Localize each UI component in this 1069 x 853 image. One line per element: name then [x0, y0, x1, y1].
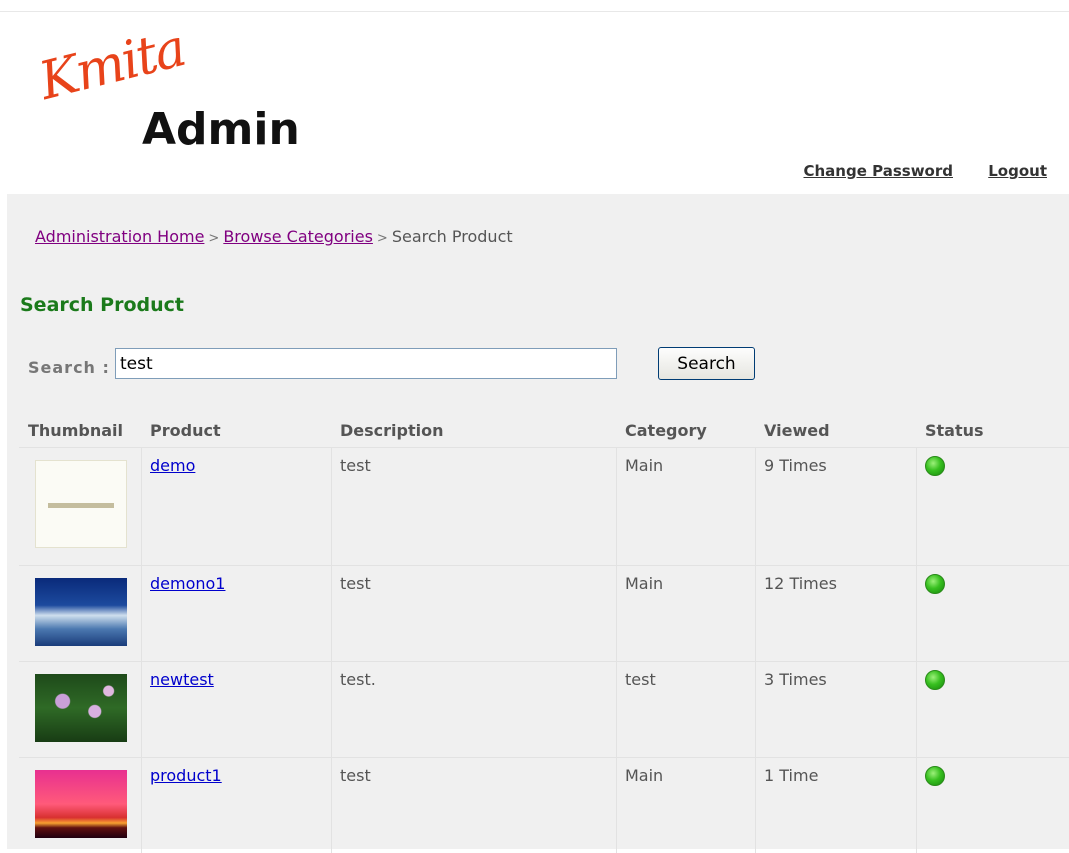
table-row: product1 test Main 1 Time: [19, 758, 1069, 853]
viewed-cell: 12 Times: [756, 566, 917, 661]
description-cell: test: [332, 448, 617, 565]
header-product: Product: [150, 420, 221, 440]
viewed-cell: 1 Time: [756, 758, 917, 853]
table-row: demono1 test Main 12 Times: [19, 566, 1069, 662]
header-viewed: Viewed: [764, 420, 830, 440]
header-thumbnail: Thumbnail: [28, 420, 123, 440]
product-thumbnail[interactable]: [35, 770, 127, 838]
thumbnail-cell: [19, 758, 142, 853]
header-description: Description: [340, 420, 444, 440]
breadcrumb: Administration Home > Browse Categories > Se…: [35, 227, 513, 246]
green-status-icon[interactable]: [925, 574, 945, 594]
header-category: Category: [625, 420, 707, 440]
description-cell: test.: [332, 662, 617, 757]
product-link[interactable]: newtest: [150, 670, 214, 689]
search-button[interactable]: Search: [658, 347, 755, 380]
search-input[interactable]: [115, 348, 617, 379]
green-status-icon[interactable]: [925, 766, 945, 786]
breadcrumb-separator: >: [376, 231, 388, 246]
status-cell: [917, 448, 1069, 565]
products-table: Thumbnail Product Description Category V…: [19, 413, 1069, 853]
logo-script-text: Kmita: [33, 18, 191, 113]
product-link[interactable]: demo: [150, 456, 195, 475]
description-cell: test: [332, 758, 617, 853]
table-header: Thumbnail Product Description Category V…: [19, 413, 1069, 448]
logo-bold-text: Admin: [142, 104, 300, 155]
table-row: newtest test. test 3 Times: [19, 662, 1069, 758]
header-status: Status: [925, 420, 984, 440]
thumbnail-cell: [19, 566, 142, 661]
product-thumbnail[interactable]: [35, 460, 127, 548]
product-cell: demono1: [142, 566, 332, 661]
status-cell: [917, 662, 1069, 757]
status-cell: [917, 758, 1069, 853]
thumbnail-cell: [19, 662, 142, 757]
page-title: Search Product: [20, 294, 184, 316]
status-cell: [917, 566, 1069, 661]
product-link[interactable]: demono1: [150, 574, 225, 593]
search-label: Search :: [28, 358, 110, 377]
product-cell: demo: [142, 448, 332, 565]
category-cell: Main: [617, 758, 756, 853]
breadcrumb-categories-link[interactable]: Browse Categories: [223, 227, 373, 246]
product-thumbnail[interactable]: [35, 578, 127, 646]
green-status-icon[interactable]: [925, 456, 945, 476]
viewed-cell: 3 Times: [756, 662, 917, 757]
category-cell: Main: [617, 448, 756, 565]
logout-link[interactable]: Logout: [988, 162, 1047, 180]
breadcrumb-separator: >: [208, 231, 220, 246]
breadcrumb-home-link[interactable]: Administration Home: [35, 227, 204, 246]
viewed-cell: 9 Times: [756, 448, 917, 565]
header-links: Change Password Logout: [774, 162, 1048, 180]
product-cell: product1: [142, 758, 332, 853]
green-status-icon[interactable]: [925, 670, 945, 690]
product-thumbnail[interactable]: [35, 674, 127, 742]
header: Kmita Admin Change Password Logout: [0, 12, 1069, 194]
category-cell: test: [617, 662, 756, 757]
main-content: Administration Home > Browse Categories > Se…: [7, 194, 1069, 853]
product-cell: newtest: [142, 662, 332, 757]
table-row: demo test Main 9 Times: [19, 448, 1069, 566]
category-cell: Main: [617, 566, 756, 661]
description-cell: test: [332, 566, 617, 661]
change-password-link[interactable]: Change Password: [804, 162, 954, 180]
breadcrumb-current: Search Product: [391, 227, 513, 246]
product-link[interactable]: product1: [150, 766, 222, 785]
logo: Kmita Admin: [33, 18, 324, 172]
thumbnail-cell: [19, 448, 142, 565]
